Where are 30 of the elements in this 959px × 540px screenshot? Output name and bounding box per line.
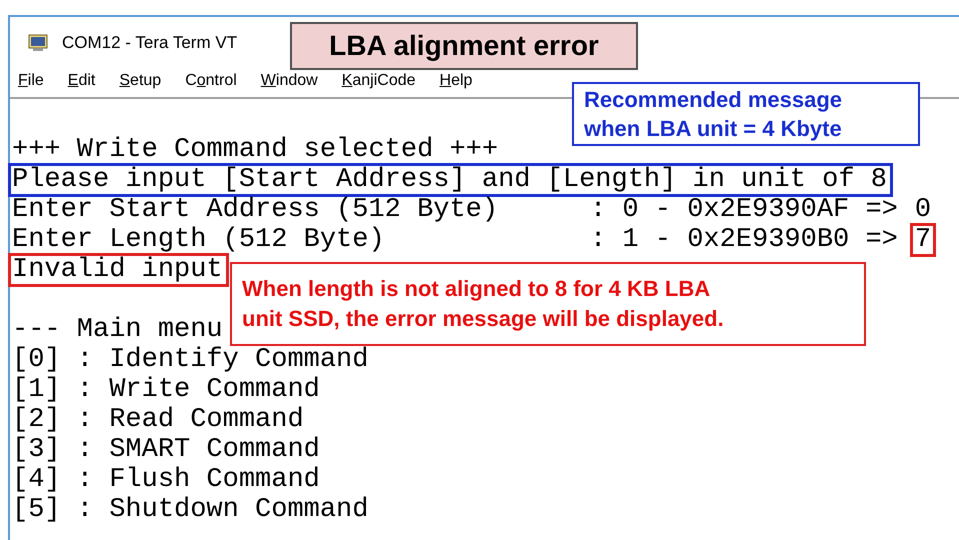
callout-text: LBA alignment error: [329, 30, 599, 62]
callout-text: Recommended message: [584, 86, 843, 114]
terminal-line: [4] : Flush Command: [11, 465, 321, 495]
prompt-label: Enter Length (512 Byte): [11, 225, 386, 255]
typed-value: 7: [912, 225, 934, 255]
menu-item[interactable]: Help: [436, 69, 476, 93]
typed-value: 0: [914, 195, 932, 225]
callout-text: unit SSD, the error message will be displayed.: [242, 305, 725, 333]
prompt-range: : 0 - 0x2E9390AF =>: [590, 195, 898, 225]
callout-text: when LBA unit = 4 Kbyte: [584, 115, 843, 143]
terminal-line: [5] : Shutdown Command: [11, 495, 370, 525]
terminal-line: [3] : SMART Command: [11, 435, 321, 465]
app-icon: [28, 34, 48, 52]
menu-item[interactable]: Control: [181, 69, 241, 93]
prompt-range: : 1 - 0x2E9390B0 =>: [590, 225, 898, 255]
terminal-line: [1] : Write Command: [11, 375, 321, 405]
menu-item[interactable]: KanjiCode: [338, 69, 420, 93]
terminal-line: Please input [Start Address] and [Length] in unit of 8: [10, 165, 891, 195]
menu-item[interactable]: File: [14, 69, 48, 93]
callout-text: When length is not aligned to 8 for 4 KB LBA: [242, 275, 712, 303]
menu-item[interactable]: Window: [256, 69, 322, 93]
window-title: COM12 - Tera Term VT: [62, 32, 238, 54]
terminal-line: [0] : Identify Command: [11, 345, 370, 375]
prompt-label: Enter Start Address (512 Byte): [11, 195, 500, 225]
terminal-line: [2] : Read Command: [11, 405, 305, 435]
menu-item[interactable]: Edit: [64, 69, 100, 93]
terminal-line: Invalid input: [10, 255, 227, 285]
menu-item[interactable]: Setup: [115, 69, 166, 93]
terminal-line: +++ Write Command selected +++: [11, 135, 500, 165]
terminal-line: --- Main menu: [11, 315, 224, 345]
